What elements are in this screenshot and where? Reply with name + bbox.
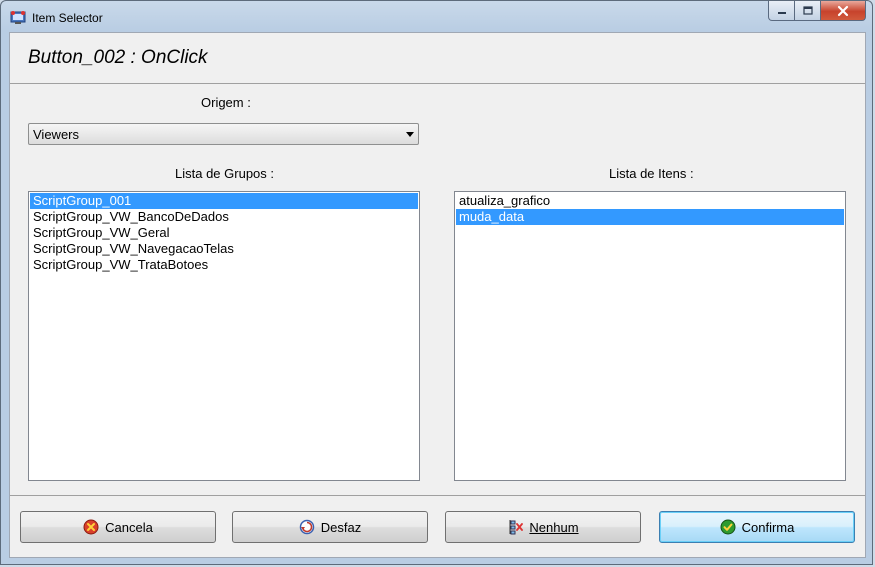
cancela-label: Cancela [105, 519, 153, 535]
none-icon [509, 520, 524, 535]
origem-selected-value: Viewers [33, 127, 80, 142]
itens-label: Lista de Itens : [609, 166, 694, 181]
page-title: Button_002 : OnClick [28, 47, 208, 68]
list-item-scriptgroup-vw-navegacaotelas[interactable]: ScriptGroup_VW_NavegacaoTelas [30, 241, 418, 257]
close-icon [837, 5, 849, 16]
window-controls [768, 1, 866, 23]
grupos-listbox[interactable]: ScriptGroup_001 ScriptGroup_VW_BancoDeDa… [28, 191, 420, 481]
nenhum-button[interactable]: Nenhum [445, 511, 641, 543]
list-item-muda-data[interactable]: muda_data [456, 209, 844, 225]
chevron-down-icon [406, 132, 414, 137]
maximize-icon [802, 5, 813, 15]
cancela-button[interactable]: Cancela [20, 511, 216, 543]
maximize-button[interactable] [795, 1, 821, 21]
confirma-label: Confirma [741, 519, 795, 535]
itens-listbox[interactable]: atualiza_grafico muda_data [454, 191, 846, 481]
minimize-button[interactable] [768, 1, 795, 21]
title-bar[interactable]: Item Selector [1, 1, 872, 33]
item-selector-window: Item Selector Button_002 : OnClick Orige… [0, 0, 873, 565]
minimize-icon [777, 11, 786, 14]
nenhum-label: Nenhum [529, 519, 579, 535]
window-title: Item Selector [32, 11, 103, 25]
origem-dropdown[interactable]: Viewers [28, 123, 419, 145]
undo-icon [299, 519, 315, 535]
app-icon [10, 11, 26, 24]
list-item-scriptgroup-001[interactable]: ScriptGroup_001 [30, 193, 418, 209]
confirma-button[interactable]: Confirma [659, 511, 855, 543]
desfaz-label: Desfaz [320, 519, 362, 535]
list-item-atualiza-grafico[interactable]: atualiza_grafico [456, 193, 844, 209]
confirm-icon [720, 519, 736, 535]
origem-label: Origem : [201, 95, 251, 110]
dialog-header: Button_002 : OnClick [10, 33, 865, 84]
list-item-scriptgroup-vw-bancodedados[interactable]: ScriptGroup_VW_BancoDeDados [30, 209, 418, 225]
list-item-scriptgroup-vw-geral[interactable]: ScriptGroup_VW_Geral [30, 225, 418, 241]
close-button[interactable] [821, 1, 866, 21]
grupos-label: Lista de Grupos : [175, 166, 274, 181]
list-item-scriptgroup-vw-tratabotoes[interactable]: ScriptGroup_VW_TrataBotoes [30, 257, 418, 273]
footer-divider [10, 495, 865, 496]
desfaz-button[interactable]: Desfaz [232, 511, 428, 543]
cancel-icon [83, 519, 99, 535]
dialog-body: Button_002 : OnClick Origem : Viewers Li… [9, 32, 866, 558]
